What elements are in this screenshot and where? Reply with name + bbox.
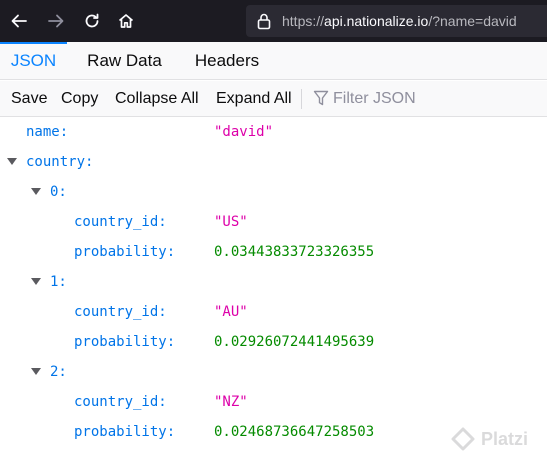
tree-row-name: name: "david" <box>0 117 547 147</box>
url-prefix: https:// <box>282 13 325 29</box>
json-value-probability: 0.02468736647258503 <box>214 424 375 440</box>
filter-icon <box>313 90 329 106</box>
json-key-country: country: <box>26 154 94 170</box>
json-key-country-id: country_id: <box>74 304 167 320</box>
json-value-country-id: "NZ" <box>214 394 248 410</box>
browser-toolbar: https://api.nationalize.io/?name=david <box>0 0 547 42</box>
tree-row-index-1[interactable]: 1: <box>0 267 547 297</box>
expand-arrow-icon[interactable] <box>31 188 41 195</box>
json-key-index: 1: <box>50 274 67 290</box>
expand-arrow-icon[interactable] <box>7 158 17 165</box>
tree-row-country-id: country_id: "NZ" <box>0 387 547 417</box>
json-key-country-id: country_id: <box>74 214 167 230</box>
tree-row-index-0[interactable]: 0: <box>0 177 547 207</box>
tree-row-probability: probability: 0.03443833723326355 <box>0 237 547 267</box>
forward-button[interactable] <box>41 6 71 36</box>
tree-row-probability: probability: 0.02926072441495639 <box>0 327 547 357</box>
json-key-probability: probability: <box>74 244 176 260</box>
watermark-text: Platzi <box>481 428 529 449</box>
reload-icon <box>85 13 99 28</box>
json-key-name: name: <box>26 124 69 140</box>
home-icon <box>118 14 134 28</box>
json-key-index: 2: <box>50 364 67 380</box>
platzi-watermark: Platzi <box>451 427 528 451</box>
tree-row-index-2[interactable]: 2: <box>0 357 547 387</box>
json-key-probability: probability: <box>74 424 176 440</box>
save-button[interactable]: Save <box>11 81 47 116</box>
expand-arrow-icon[interactable] <box>31 368 41 375</box>
toolbar-divider <box>301 89 302 109</box>
json-value-country-id: "US" <box>214 214 248 230</box>
tab-json[interactable]: JSON <box>0 42 67 79</box>
platzi-logo-icon <box>451 427 475 451</box>
filter-json-input[interactable] <box>333 85 543 112</box>
url-host: api.nationalize.io <box>324 13 429 29</box>
url-path: /?name=david <box>428 13 517 29</box>
json-value-probability: 0.02926072441495639 <box>214 334 375 350</box>
home-button[interactable] <box>111 6 141 36</box>
lock-icon <box>257 13 271 30</box>
copy-button[interactable]: Copy <box>61 81 98 116</box>
forward-arrow-icon <box>48 14 64 28</box>
back-arrow-icon <box>11 14 27 28</box>
tree-row-country-id: country_id: "US" <box>0 207 547 237</box>
json-key-country-id: country_id: <box>74 394 167 410</box>
json-value-probability: 0.03443833723326355 <box>214 244 375 260</box>
address-bar[interactable]: https://api.nationalize.io/?name=david <box>246 5 547 37</box>
json-toolbar: Save Copy Collapse All Expand All <box>0 81 547 117</box>
tree-row-country[interactable]: country: <box>0 147 547 177</box>
tree-row-country-id: country_id: "AU" <box>0 297 547 327</box>
json-value-name: "david" <box>214 124 274 140</box>
url-text: https://api.nationalize.io/?name=david <box>282 13 517 29</box>
reload-button[interactable] <box>77 6 107 36</box>
tab-headers[interactable]: Headers <box>185 42 269 79</box>
expand-all-button[interactable]: Expand All <box>216 81 292 116</box>
json-value-country-id: "AU" <box>214 304 248 320</box>
tab-raw-data[interactable]: Raw Data <box>77 42 172 79</box>
collapse-all-button[interactable]: Collapse All <box>115 81 199 116</box>
back-button[interactable] <box>4 6 34 36</box>
json-key-index: 0: <box>50 184 67 200</box>
json-key-probability: probability: <box>74 334 176 350</box>
viewer-tabs: JSON Raw Data Headers <box>0 42 547 80</box>
expand-arrow-icon[interactable] <box>31 278 41 285</box>
